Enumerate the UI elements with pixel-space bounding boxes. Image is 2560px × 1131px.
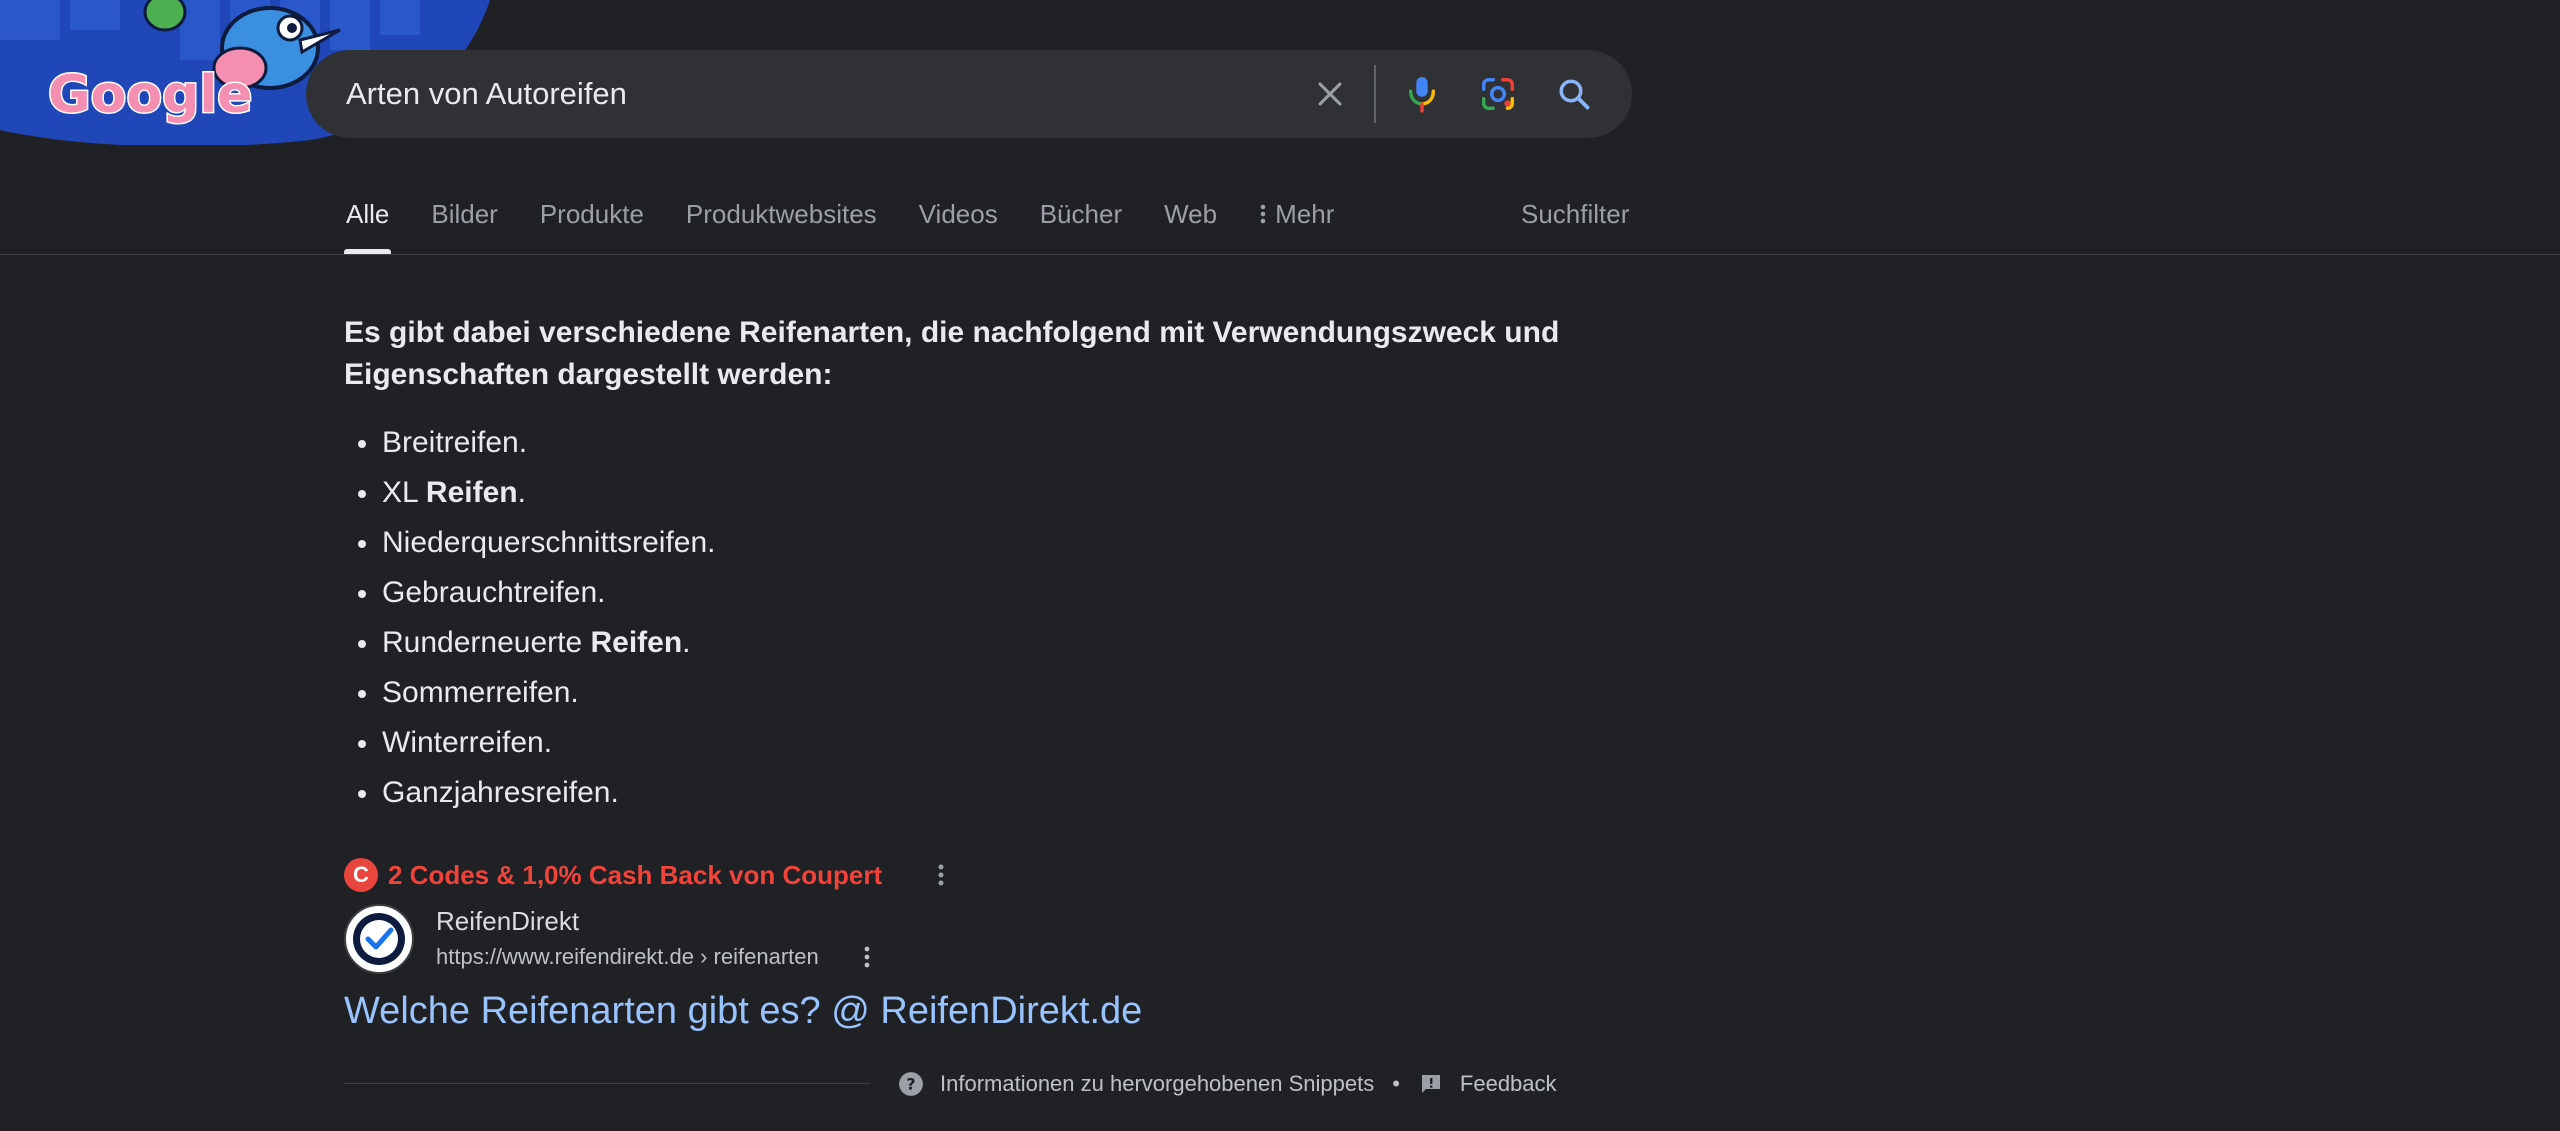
svg-text:Google: Google: [48, 65, 252, 125]
more-vertical-icon[interactable]: [930, 858, 952, 892]
tab-more-label: Mehr: [1275, 199, 1335, 229]
list-item: Winterreifen.: [344, 718, 552, 768]
microphone-icon[interactable]: [1398, 70, 1446, 118]
list-item: Breitreifen.: [344, 418, 527, 468]
snippet-footer: ? Informationen zu hervorgehobenen Snipp…: [898, 1068, 1557, 1100]
tab-products[interactable]: Produkte: [538, 188, 646, 254]
search-bar[interactable]: Arten von Autoreifen: [306, 50, 1632, 138]
list-item: XL Reifen.: [344, 468, 526, 518]
snippet-info-label: Informationen zu hervorgehobenen Snippet…: [940, 1071, 1375, 1096]
tab-images[interactable]: Bilder: [429, 188, 499, 254]
list-item: Niederquerschnittsreifen.: [344, 518, 716, 568]
coupert-cashback-banner[interactable]: C 2 Codes & 1,0% Cash Back von Coupert: [344, 858, 882, 892]
more-vertical-icon: [1259, 188, 1267, 240]
snippet-info-link[interactable]: ? Informationen zu hervorgehobenen Snipp…: [898, 1071, 1374, 1097]
result-title-link[interactable]: Welche Reifenarten gibt es? @ ReifenDire…: [344, 986, 1142, 1036]
feedback-icon: [1418, 1071, 1444, 1097]
svg-text:?: ?: [906, 1074, 915, 1093]
search-icon[interactable]: [1550, 70, 1598, 118]
tab-books[interactable]: Bücher: [1038, 188, 1124, 254]
search-tabs: Alle Bilder Produkte Produktwebsites Vid…: [344, 188, 1374, 254]
feedback-link[interactable]: Feedback: [1418, 1071, 1557, 1097]
site-url[interactable]: https://www.reifendirekt.de › reifenarte…: [436, 942, 819, 972]
help-icon: ?: [898, 1071, 924, 1097]
site-favicon[interactable]: [344, 904, 414, 974]
site-name[interactable]: ReifenDirekt: [436, 904, 579, 938]
tabs-divider: [0, 254, 2560, 255]
tab-product-websites[interactable]: Produktwebsites: [684, 188, 879, 254]
close-icon[interactable]: [1306, 70, 1354, 118]
list-item: Gebrauchtreifen.: [344, 568, 605, 618]
feedback-label: Feedback: [1459, 1071, 1557, 1096]
list-item: Ganzjahresreifen.: [344, 768, 619, 818]
search-filter-button[interactable]: Suchfilter: [1521, 188, 1629, 240]
footer-separator: •: [1392, 1071, 1400, 1096]
more-vertical-icon[interactable]: [856, 942, 878, 972]
tab-more[interactable]: Mehr: [1257, 188, 1336, 254]
snippet-heading: Es gibt dabei verschiedene Reifenarten, …: [344, 316, 1560, 391]
coupert-cashback-text[interactable]: 2 Codes & 1,0% Cash Back von Coupert: [388, 860, 882, 891]
tab-web[interactable]: Web: [1162, 188, 1219, 254]
list-item: Runderneuerte Reifen.: [344, 618, 691, 668]
tab-all[interactable]: Alle: [344, 188, 392, 254]
lens-camera-icon[interactable]: [1474, 70, 1522, 118]
search-divider: [1374, 65, 1376, 123]
tab-videos[interactable]: Videos: [917, 188, 1000, 254]
coupert-logo-icon: C: [344, 858, 378, 892]
list-item: Sommerreifen.: [344, 668, 579, 718]
footer-divider: [344, 1083, 870, 1084]
search-input[interactable]: Arten von Autoreifen: [346, 50, 627, 138]
